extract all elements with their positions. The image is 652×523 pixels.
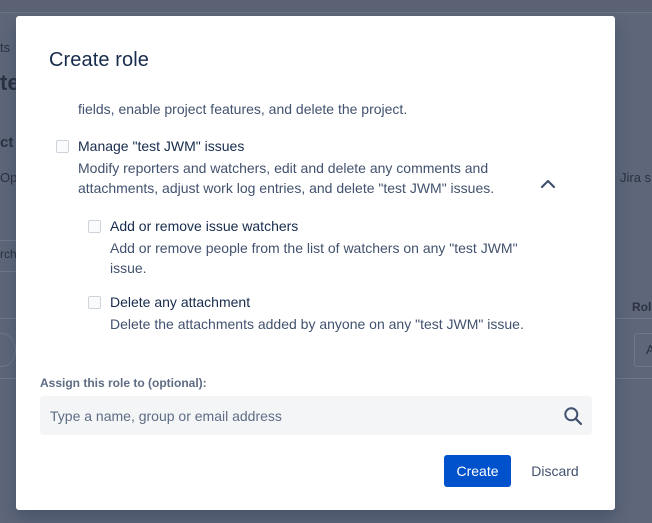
background-text-fragment-right: Jira s — [620, 170, 652, 185]
background-search-fragment: rch — [0, 247, 17, 261]
delete-attachment-checkbox[interactable] — [88, 296, 101, 309]
create-button[interactable]: Create — [444, 455, 511, 487]
assign-role-field — [40, 396, 592, 435]
previous-permission-description: fields, enable project features, and del… — [78, 101, 408, 117]
manage-issues-checkbox[interactable] — [56, 140, 69, 153]
issue-watchers-checkbox[interactable] — [88, 220, 101, 233]
manage-issues-title: Manage "test JWM" issues — [78, 138, 245, 154]
collapse-group-button[interactable] — [537, 173, 559, 195]
assign-role-label: Assign this role to (optional): — [40, 376, 207, 390]
discard-button[interactable]: Discard — [521, 455, 589, 487]
search-icon — [564, 407, 583, 426]
create-role-modal: Create role fields, enable project featu… — [16, 16, 615, 510]
manage-issues-description-line-1: Modify reporters and watchers, edit and … — [78, 160, 489, 176]
manage-issues-description-line-2: attachments, adjust work log entries, an… — [78, 180, 495, 196]
issue-watchers-description-line-2: issue. — [110, 260, 147, 276]
background-topbar — [0, 0, 652, 13]
permissions-scroll-area[interactable]: fields, enable project features, and del… — [16, 94, 615, 364]
delete-attachment-title: Delete any attachment — [110, 294, 251, 310]
chevron-up-icon — [540, 179, 556, 189]
background-section-fragment: ct — [0, 134, 14, 151]
background-column-fragment: Rol — [632, 300, 652, 314]
issue-watchers-description-line-1: Add or remove people from the list of wa… — [110, 240, 518, 256]
assign-search-button[interactable] — [562, 405, 584, 427]
background-avatar — [0, 333, 16, 367]
assign-role-input[interactable] — [40, 396, 550, 435]
issue-watchers-title: Add or remove issue watchers — [110, 218, 299, 234]
background-breadcrumb-fragment: ts — [0, 40, 11, 55]
background-role-fragment: A — [646, 342, 652, 357]
delete-attachment-description-line-1: Delete the attachments added by anyone o… — [110, 316, 524, 332]
modal-title: Create role — [49, 49, 150, 71]
